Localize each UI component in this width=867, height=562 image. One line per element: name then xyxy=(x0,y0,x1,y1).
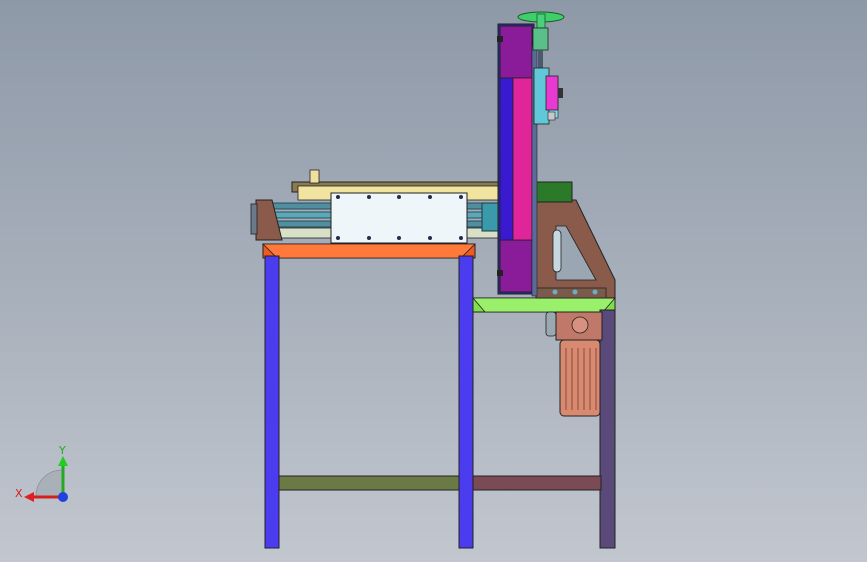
support-bracket xyxy=(535,181,616,299)
bolt xyxy=(397,236,401,240)
handwheel-hub xyxy=(536,13,546,29)
right-end-block xyxy=(481,202,501,232)
left-end-stop xyxy=(250,203,258,235)
table-leg-front-right xyxy=(458,255,474,549)
bolt xyxy=(459,195,463,199)
machine-drawing: Y X xyxy=(15,11,616,549)
bolt xyxy=(428,236,432,240)
bolt xyxy=(572,289,578,295)
shelf-bevel xyxy=(472,297,616,313)
screw-cap xyxy=(547,111,556,121)
bolt xyxy=(336,236,340,240)
bolt xyxy=(336,195,340,199)
triad-plane xyxy=(35,469,63,497)
screw-housing xyxy=(532,27,549,51)
table-leg-front-left xyxy=(264,255,280,549)
belt-tower xyxy=(497,23,538,297)
bolt xyxy=(367,236,371,240)
cad-viewport[interactable]: Y X xyxy=(0,0,867,562)
bolt xyxy=(592,289,598,295)
stand-stretcher xyxy=(472,475,602,491)
motor-pulley xyxy=(545,311,557,337)
bolt xyxy=(397,195,401,199)
abrasive-belt xyxy=(512,77,533,241)
gearbox-flange xyxy=(571,316,589,334)
clamp-top xyxy=(497,36,503,42)
drive-motor xyxy=(545,311,603,417)
top-knob xyxy=(309,169,320,184)
z-axis-dot-icon xyxy=(58,492,68,502)
top-wheel-housing xyxy=(499,25,533,79)
bolt xyxy=(552,289,558,295)
tension-bushing xyxy=(545,75,559,111)
table-stretcher xyxy=(278,475,460,491)
bottom-wheel-housing xyxy=(499,239,533,293)
y-axis-label: Y xyxy=(58,444,66,457)
x-axis-label: X xyxy=(15,487,23,500)
stand-leg-right xyxy=(599,309,616,549)
axis-triad[interactable]: Y X xyxy=(15,444,68,502)
table-top-frame-bevel xyxy=(262,243,476,259)
slide-carriage-assembly xyxy=(250,169,505,244)
belt-back-strip xyxy=(499,77,514,241)
lead-screw xyxy=(538,50,543,68)
bracket-slot xyxy=(552,229,562,273)
y-axis-arrow-icon xyxy=(58,456,68,466)
cover-plate xyxy=(330,192,468,244)
green-motor-mount xyxy=(535,181,573,203)
tension-knob xyxy=(558,88,563,98)
bolt xyxy=(459,236,463,240)
clamp-bottom xyxy=(497,270,503,276)
x-axis-arrow-icon xyxy=(24,492,34,502)
bolt xyxy=(428,195,432,199)
bolt xyxy=(367,195,371,199)
left-table-stand xyxy=(262,243,476,549)
